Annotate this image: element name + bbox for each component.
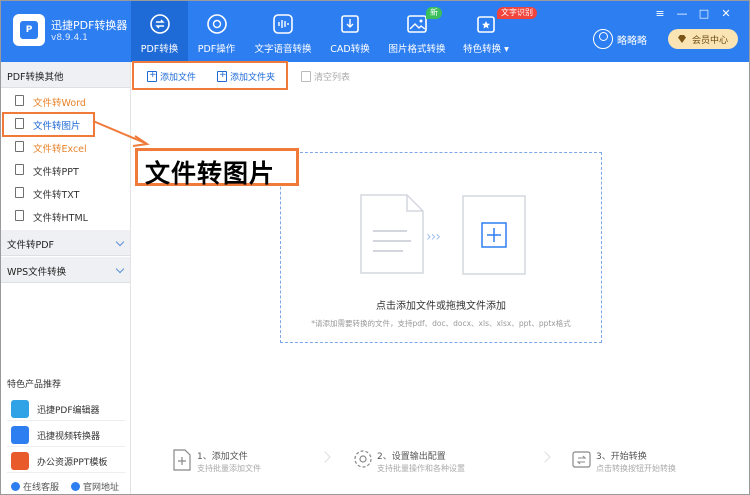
support-label: 在线客服 [23, 483, 60, 493]
step-desc: 支持批量操作和各种设置 [377, 464, 465, 473]
file-icon [15, 187, 24, 198]
recommend-pdf-editor[interactable]: 迅捷PDF编辑器 [7, 397, 125, 421]
sidebar-item-to-ppt[interactable]: 文件转PPT [1, 159, 130, 181]
file-icon [15, 141, 24, 152]
app-version: v8.9.4.1 [51, 33, 88, 43]
tab-pdf-convert[interactable]: PDF转换 [131, 1, 188, 62]
tab-label: CAD转换 [330, 44, 370, 55]
file-icon [15, 210, 24, 221]
group-pdf-convert-other[interactable]: PDF转换其他 [1, 62, 130, 88]
app-window: P 迅捷PDF转换器 v8.9.4.1 PDF转换 PDF操作 文字语音转换 C… [0, 0, 750, 495]
annotation-callout: 文件转图片 [135, 148, 299, 188]
sidebar-item-label: 文件转HTML [33, 213, 88, 224]
document-icon [360, 194, 424, 274]
tab-label-text: 特色转换 [463, 44, 502, 55]
annotation-arrow-icon [92, 120, 150, 147]
step-title: 1、添加文件 [197, 452, 248, 462]
chevron-right-icon [539, 451, 551, 463]
sidebar-item-label: 文件转Word [33, 98, 86, 109]
feature-icon [477, 16, 495, 33]
ocr-badge: 文字识别 [497, 7, 537, 19]
group-to-pdf[interactable]: 文件转PDF [1, 230, 130, 256]
video-converter-icon [11, 426, 29, 444]
tab-label: PDF转换 [140, 44, 179, 55]
vip-label: 会员中心 [692, 36, 729, 46]
step-title: 3、开始转换 [596, 452, 647, 462]
chevron-right-icon [319, 451, 331, 463]
group-wps[interactable]: WPS文件转换 [1, 257, 130, 283]
add-file-box[interactable] [462, 195, 526, 275]
clear-list-label: 清空列表 [314, 73, 351, 83]
tab-label: 图片格式转换 [388, 44, 446, 55]
new-badge: 新 [426, 7, 442, 19]
tab-pdf-operate[interactable]: PDF操作 [188, 1, 245, 62]
sidebar-item-to-word[interactable]: 文件转Word [1, 90, 130, 112]
callout-text: 文件转图片 [145, 159, 276, 188]
tab-label: 特色转换 ▾ [456, 41, 516, 55]
sidebar-item-to-txt[interactable]: 文件转TXT [1, 182, 130, 204]
group-title: PDF转换其他 [7, 72, 64, 83]
globe-icon [71, 482, 80, 491]
audio-wave-icon [273, 14, 293, 34]
maximize-icon[interactable]: □ [697, 7, 711, 21]
sidebar-item-label: 文件转TXT [33, 190, 80, 201]
minimize-icon[interactable]: — [675, 7, 689, 21]
tab-label: PDF操作 [197, 44, 236, 55]
tab-audio[interactable]: 文字语音转换 [251, 1, 315, 62]
tab-label: 文字语音转换 [254, 44, 312, 55]
file-drop-zone[interactable]: ››› 点击添加文件或拖拽文件添加 *请添加需要转换的文件，支持pdf、doc、… [280, 152, 602, 343]
online-support-link[interactable]: 在线客服 [11, 480, 59, 493]
image-icon [407, 15, 427, 33]
website-label: 官网地址 [83, 483, 120, 493]
step-desc: 点击转换按钮开始转换 [596, 464, 676, 473]
chevron-down-icon [115, 264, 125, 274]
group-title: WPS文件转换 [7, 267, 67, 278]
highlight-sidebar-item [2, 112, 95, 137]
tab-cad[interactable]: CAD转换 [323, 1, 377, 62]
ppt-template-icon [11, 452, 29, 470]
drop-zone-hint: *请添加需要转换的文件，支持pdf、doc、docx、xls、xlsx、ppt、… [311, 319, 571, 328]
file-icon [15, 164, 24, 175]
chevron-down-icon [115, 237, 125, 247]
cad-icon [341, 15, 359, 33]
close-icon[interactable]: ✕ [719, 7, 733, 21]
sidebar-item-label: 文件转Excel [33, 144, 87, 155]
step-desc: 支持批量添加文件 [197, 464, 261, 473]
user-name[interactable]: 略略略 [617, 32, 647, 47]
gear-icon [354, 450, 372, 468]
drop-zone-title: 点击添加文件或拖拽文件添加 [376, 301, 506, 312]
vip-center-button[interactable]: 会员中心 [668, 29, 738, 49]
recommend-label: 办公资源PPT模板 [37, 458, 108, 468]
sidebar-item-to-html[interactable]: 文件转HTML [1, 205, 130, 227]
pdf-editor-icon [11, 400, 29, 418]
app-title: 迅捷PDF转换器 [51, 19, 128, 32]
recommend-video-converter[interactable]: 迅捷视频转换器 [7, 423, 125, 447]
recommend-ppt-template[interactable]: 办公资源PPT模板 [7, 449, 125, 473]
add-file-step-icon [173, 449, 191, 471]
recommend-label: 迅捷视频转换器 [37, 432, 101, 442]
group-title: 文件转PDF [7, 240, 55, 251]
highlight-toolbar [132, 61, 288, 90]
convert-icon [572, 451, 591, 468]
support-icon [11, 482, 20, 491]
diamond-icon [678, 35, 686, 43]
user-avatar-icon[interactable] [593, 29, 613, 49]
pdf-convert-icon [149, 14, 170, 34]
website-link[interactable]: 官网地址 [71, 480, 119, 493]
recommend-title: 特色产品推荐 [7, 380, 62, 390]
menu-icon[interactable]: ≡ [653, 7, 667, 21]
app-logo: P [13, 14, 45, 46]
top-bar: P 迅捷PDF转换器 v8.9.4.1 PDF转换 PDF操作 文字语音转换 C… [1, 1, 749, 62]
clear-list-button[interactable]: 清空列表 [301, 70, 350, 83]
recommend-label: 迅捷PDF编辑器 [37, 406, 100, 416]
arrows-icon: ››› [426, 229, 441, 245]
pdf-operate-icon [206, 14, 227, 34]
sidebar-item-label: 文件转PPT [33, 167, 79, 178]
file-icon [15, 95, 24, 106]
trash-icon [301, 71, 311, 82]
chevron-down-icon: ▾ [504, 44, 509, 55]
step-title: 2、设置输出配置 [377, 452, 446, 462]
